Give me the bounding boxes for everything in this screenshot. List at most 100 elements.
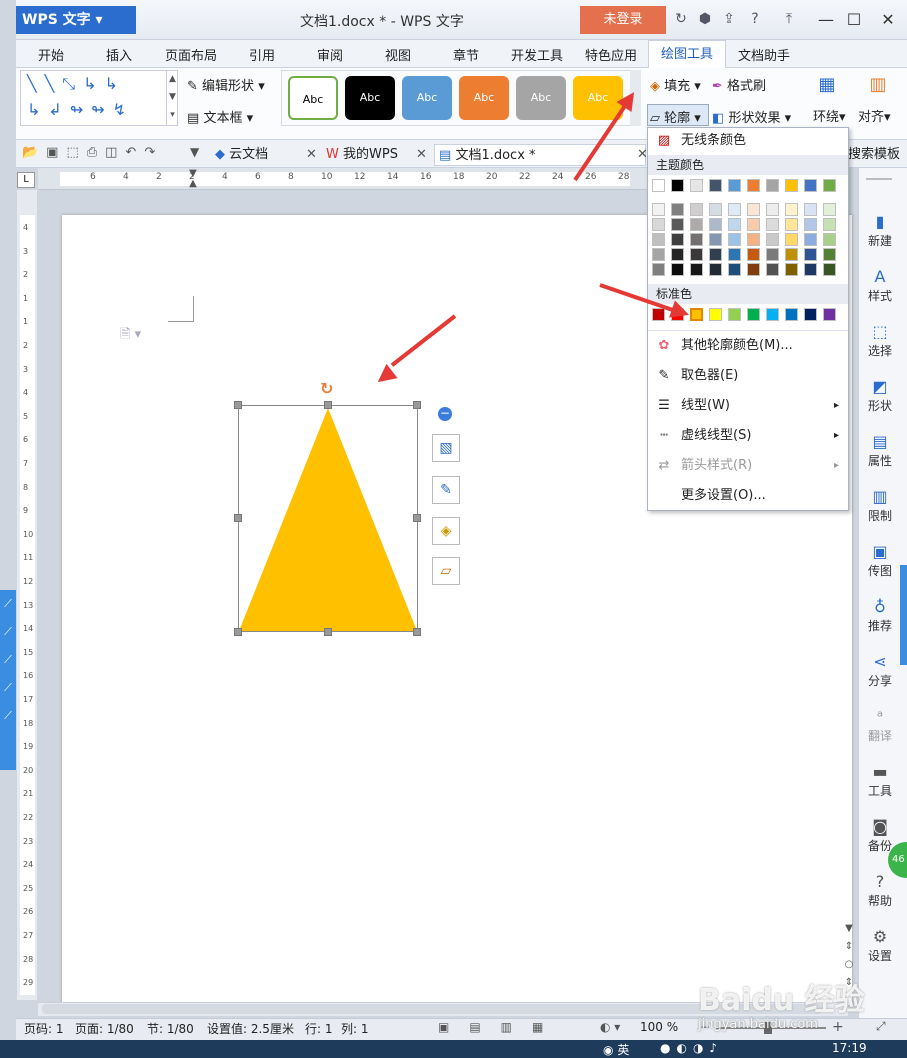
format-painter-button[interactable]: ✒ 格式刷 <box>712 75 766 94</box>
dash-type-option[interactable]: ┅ 虚线线型(S) ▸ <box>655 424 845 448</box>
theme-shade-swatch-2-7[interactable] <box>785 233 798 246</box>
style-preset-1[interactable]: Abc <box>288 76 338 120</box>
theme-shade-swatch-4-1[interactable] <box>671 263 684 276</box>
theme-shade-swatch-3-9[interactable] <box>823 248 836 261</box>
theme-color-swatch-7[interactable] <box>785 179 798 192</box>
ime-indicator[interactable]: ◉ 英 <box>603 1041 629 1058</box>
menu-insert[interactable]: 插入 <box>106 45 132 64</box>
resize-handle-e[interactable] <box>413 514 421 522</box>
collapse-icon[interactable]: − <box>438 407 452 421</box>
theme-shade-swatch-2-6[interactable] <box>766 233 779 246</box>
tab-mywps-close[interactable]: ✕ <box>416 144 427 166</box>
standard-color-swatch-0[interactable] <box>652 308 665 321</box>
theme-shade-swatch-2-3[interactable] <box>709 233 722 246</box>
theme-shade-swatch-1-8[interactable] <box>804 218 817 231</box>
layout-options-icon[interactable]: ▧ <box>432 434 460 462</box>
resize-handle-sw[interactable] <box>234 628 242 636</box>
theme-shade-swatch-3-3[interactable] <box>709 248 722 261</box>
maximize-button[interactable]: ☐ <box>842 8 866 32</box>
tab-document[interactable]: ▤ 文档1.docx * <box>434 144 646 166</box>
share-icon[interactable]: ⇪ <box>720 10 738 28</box>
side-shape[interactable]: ◩ 形状 <box>860 377 900 414</box>
tab-cloud-close[interactable]: ✕ <box>306 144 317 166</box>
fill-button[interactable]: ◈ 填充 ▾ <box>650 75 701 94</box>
theme-shade-swatch-2-0[interactable] <box>652 233 665 246</box>
menu-doc-assistant[interactable]: 文档助手 <box>738 45 790 64</box>
standard-color-swatch-4[interactable] <box>728 308 741 321</box>
eye-protect-icon[interactable]: ◐ ▾ <box>600 1020 620 1034</box>
theme-shade-swatch-2-5[interactable] <box>747 233 760 246</box>
line-type-option[interactable]: ☰ 线型(W) ▸ <box>655 394 845 418</box>
theme-shade-swatch-1-2[interactable] <box>690 218 703 231</box>
help-icon[interactable]: ? <box>746 10 764 28</box>
align-button[interactable]: 对齐▾ <box>858 106 906 125</box>
theme-shade-swatch-4-3[interactable] <box>709 263 722 276</box>
standard-color-swatch-5[interactable] <box>747 308 760 321</box>
upload-icon[interactable]: ⤒ <box>780 10 798 28</box>
zoom-level[interactable]: 100 % <box>640 1020 678 1034</box>
theme-shade-swatch-1-6[interactable] <box>766 218 779 231</box>
edit-shape-button[interactable]: ✎ 编辑形状 ▾ <box>187 75 265 94</box>
close-button[interactable]: ✕ <box>876 8 900 32</box>
wrap-button[interactable]: 环绕▾ <box>813 106 846 125</box>
menu-special[interactable]: 特色应用 <box>585 45 637 64</box>
outline-float-icon[interactable]: ▱ <box>432 557 460 585</box>
theme-shade-swatch-0-8[interactable] <box>804 203 817 216</box>
side-settings[interactable]: ⚙ 设置 <box>860 927 900 964</box>
theme-shade-swatch-1-3[interactable] <box>709 218 722 231</box>
theme-color-swatch-1[interactable] <box>671 179 684 192</box>
menu-drawing-tools[interactable]: 绘图工具 <box>648 40 726 68</box>
tab-my-wps[interactable]: W 我的WPS <box>326 144 398 166</box>
more-colors-option[interactable]: ✿ 其他轮廓颜色(M)... <box>655 334 845 358</box>
side-tools[interactable]: ▬ 工具 <box>860 762 900 799</box>
style-preset-2[interactable]: Abc <box>345 76 395 120</box>
side-select[interactable]: ⬚ 选择 <box>860 322 900 359</box>
side-recommend[interactable]: ♁ 推荐 <box>860 597 900 634</box>
theme-shade-swatch-0-4[interactable] <box>728 203 741 216</box>
fullscreen-icon[interactable]: ⤢ <box>876 1019 886 1034</box>
skin-icon[interactable]: ↻ <box>672 10 690 28</box>
theme-shade-swatch-4-2[interactable] <box>690 263 703 276</box>
edit-shape-float-icon[interactable]: ✎ <box>432 476 460 504</box>
standard-color-swatch-3[interactable] <box>709 308 722 321</box>
theme-shade-swatch-0-5[interactable] <box>747 203 760 216</box>
theme-shade-swatch-2-2[interactable] <box>690 233 703 246</box>
menu-references[interactable]: 引用 <box>249 45 275 64</box>
search-template[interactable]: 搜索模板 <box>848 144 907 166</box>
tab-cloud-docs[interactable]: ◆ 云文档 <box>215 144 268 166</box>
view-mode-icons[interactable]: ▣▤▥▦ <box>438 1020 563 1034</box>
theme-shade-swatch-0-3[interactable] <box>709 203 722 216</box>
theme-shade-swatch-3-5[interactable] <box>747 248 760 261</box>
theme-shade-swatch-0-0[interactable] <box>652 203 665 216</box>
side-translate[interactable]: ᵃ 翻译 <box>860 707 900 744</box>
theme-shade-swatch-1-5[interactable] <box>747 218 760 231</box>
theme-shade-swatch-3-8[interactable] <box>804 248 817 261</box>
theme-shade-swatch-3-0[interactable] <box>652 248 665 261</box>
left-tool-strip[interactable]: ⟋ ⟋ ⟋ ⟋ ⟋ <box>0 590 16 770</box>
menu-view[interactable]: 视图 <box>385 45 411 64</box>
theme-shade-swatch-4-9[interactable] <box>823 263 836 276</box>
theme-color-swatch-8[interactable] <box>804 179 817 192</box>
menu-layout[interactable]: 页面布局 <box>165 45 217 64</box>
theme-color-swatch-2[interactable] <box>690 179 703 192</box>
no-line-option[interactable]: ▨ 无线条颜色 <box>655 129 845 153</box>
theme-shade-swatch-0-6[interactable] <box>766 203 779 216</box>
theme-shade-swatch-3-6[interactable] <box>766 248 779 261</box>
theme-shade-swatch-4-5[interactable] <box>747 263 760 276</box>
resize-handle-w[interactable] <box>234 514 242 522</box>
standard-color-swatch-9[interactable] <box>823 308 836 321</box>
side-upload-image[interactable]: ▣ 传图 <box>860 542 900 579</box>
standard-color-swatch-7[interactable] <box>785 308 798 321</box>
paragraph-icon[interactable]: 🗎 ▾ <box>120 325 141 347</box>
shape-gallery[interactable]: ╲╲⤡↳↳ ↳↲↬↬↯ <box>20 70 178 126</box>
quick-access-more-icon[interactable]: ▼ <box>190 145 199 159</box>
textbox-button[interactable]: ▤ 文本框 ▾ <box>187 107 253 126</box>
side-help[interactable]: ? 帮助 <box>860 872 900 909</box>
menu-review[interactable]: 审阅 <box>317 45 343 64</box>
menu-developer[interactable]: 开发工具 <box>511 45 563 64</box>
resize-handle-n[interactable] <box>324 401 332 409</box>
app-menu-button[interactable]: WPS 文字 ▾ <box>16 6 136 34</box>
theme-shade-swatch-2-1[interactable] <box>671 233 684 246</box>
theme-shade-swatch-3-2[interactable] <box>690 248 703 261</box>
theme-shade-swatch-3-1[interactable] <box>671 248 684 261</box>
